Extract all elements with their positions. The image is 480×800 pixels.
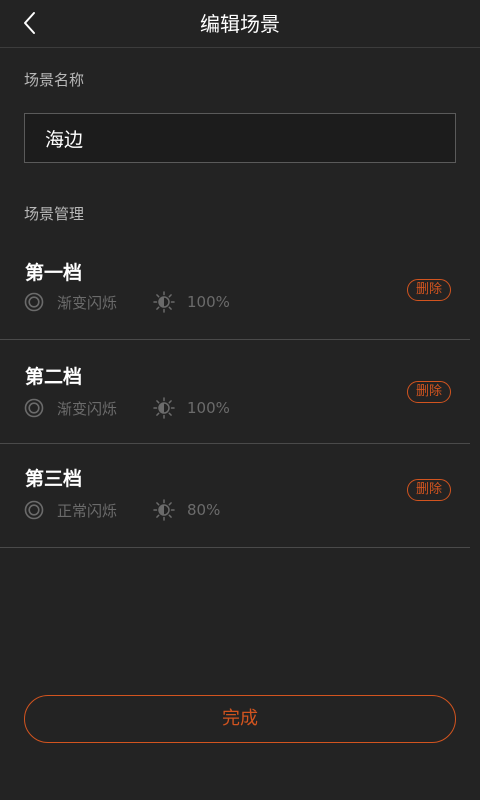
scene-manage-label: 场景管理 bbox=[24, 205, 85, 223]
page-title: 编辑场景 bbox=[200, 12, 280, 36]
mode-text: 渐变闪烁 bbox=[57, 293, 118, 312]
brightness-value: 100% bbox=[187, 399, 230, 417]
level-title: 第三档 bbox=[25, 468, 83, 490]
level-meta: 正常闪烁 80% bbox=[24, 499, 220, 521]
level-item[interactable]: 第二档 渐变闪烁 100% 删除 bbox=[0, 340, 470, 444]
brightness-icon bbox=[153, 397, 175, 419]
brightness-icon bbox=[153, 499, 175, 521]
flash-mode-icon bbox=[24, 500, 44, 520]
level-title: 第一档 bbox=[25, 262, 83, 284]
delete-button[interactable]: 删除 bbox=[407, 479, 451, 501]
brightness-value: 80% bbox=[187, 501, 221, 519]
flash-mode-icon bbox=[24, 398, 44, 418]
level-meta: 渐变闪烁 100% bbox=[24, 397, 230, 419]
mode-text: 正常闪烁 bbox=[57, 501, 118, 520]
done-button[interactable]: 完成 bbox=[24, 695, 456, 743]
brightness-icon bbox=[153, 291, 175, 313]
delete-button[interactable]: 删除 bbox=[407, 279, 451, 301]
scene-name-input[interactable] bbox=[24, 113, 456, 163]
mode-text: 渐变闪烁 bbox=[57, 399, 118, 418]
flash-mode-icon bbox=[24, 292, 44, 312]
level-item[interactable]: 第三档 正常闪烁 80% 删除 bbox=[0, 444, 470, 548]
delete-button[interactable]: 删除 bbox=[407, 381, 451, 403]
level-item[interactable]: 第一档 渐变闪烁 100% 删除 bbox=[0, 236, 470, 340]
header-bar: 编辑场景 bbox=[0, 0, 480, 48]
scene-name-label: 场景名称 bbox=[24, 71, 85, 89]
level-title: 第二档 bbox=[25, 366, 83, 388]
level-meta: 渐变闪烁 100% bbox=[24, 291, 230, 313]
brightness-value: 100% bbox=[187, 293, 230, 311]
